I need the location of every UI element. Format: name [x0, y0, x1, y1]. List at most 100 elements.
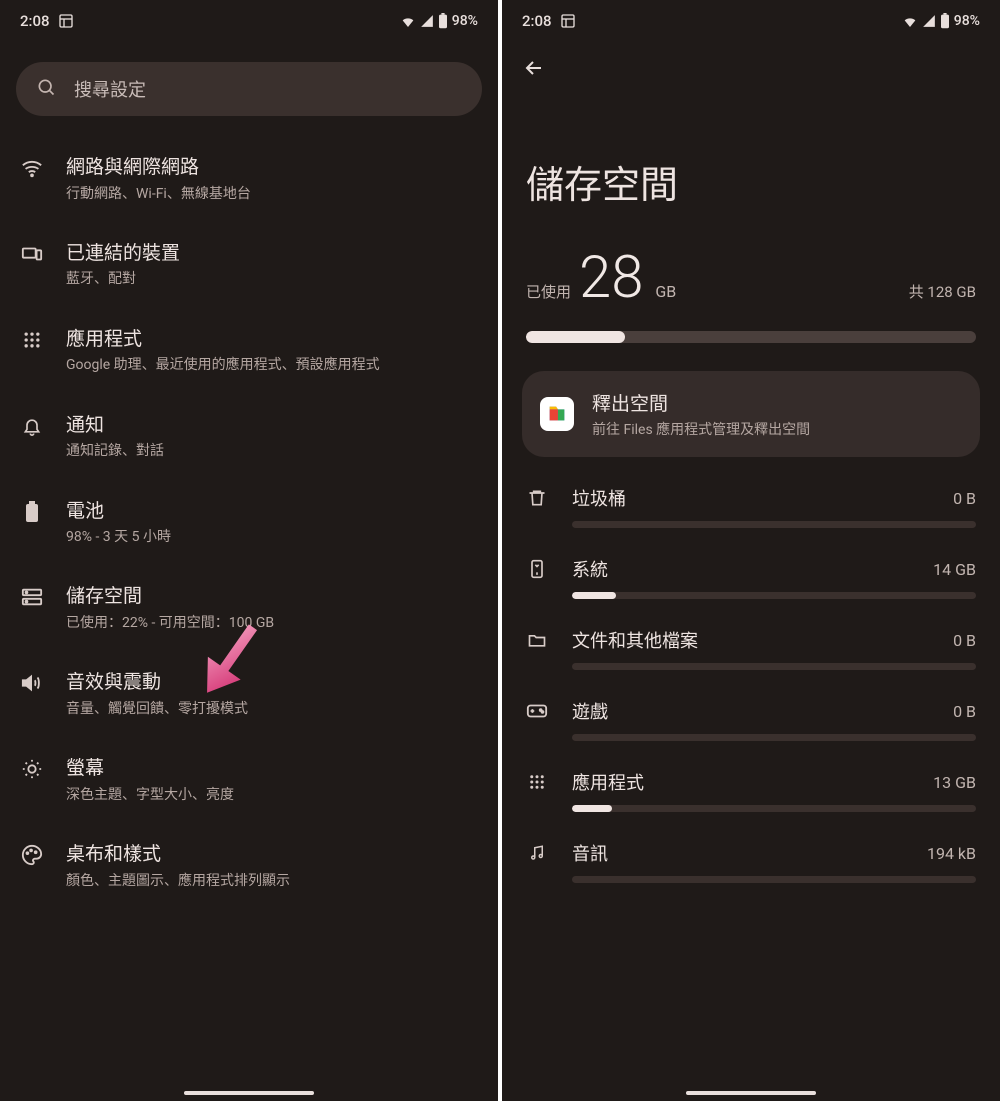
storage-header: 儲存空間 — [502, 84, 1000, 249]
category-fill — [572, 805, 612, 812]
battery-icon — [940, 13, 950, 29]
setting-title: 通知 — [66, 412, 478, 439]
brightness-icon — [20, 757, 44, 781]
setting-sub: 98% - 3 天 5 小時 — [66, 527, 478, 547]
setting-title: 電池 — [66, 498, 478, 525]
setting-sub: 音量、觸覺回饋、零打擾模式 — [66, 699, 478, 719]
category-bar — [572, 734, 976, 741]
storage-icon — [20, 585, 44, 609]
category-size: 0 B — [953, 489, 976, 508]
status-time: 2:08 — [522, 12, 552, 30]
category-bar — [572, 521, 976, 528]
category-size: 14 GB — [933, 560, 976, 579]
setting-wallpaper[interactable]: 桌布和樣式 顏色、主題圖示、應用程式排列顯示 — [0, 823, 498, 909]
status-time: 2:08 — [20, 12, 50, 30]
setting-title: 音效與震動 — [66, 669, 478, 696]
setting-sub: 通知記錄、對話 — [66, 441, 478, 461]
free-up-space-card[interactable]: 釋出空間 前往 Files 應用程式管理及釋出空間 — [522, 371, 980, 457]
category-label: 垃圾桶 — [572, 485, 929, 511]
search-settings[interactable]: 搜尋設定 — [16, 62, 482, 116]
used-value: 28 — [579, 249, 643, 307]
storage-category-item[interactable]: 文件和其他檔案 0 B — [526, 611, 976, 682]
wifi-status-icon — [400, 13, 416, 29]
category-label: 應用程式 — [572, 769, 909, 795]
bell-icon — [20, 414, 44, 438]
setting-sub: 深色主題、字型大小、亮度 — [66, 785, 478, 805]
setting-display[interactable]: 螢幕 深色主題、字型大小、亮度 — [0, 737, 498, 823]
nav-handle[interactable] — [686, 1091, 816, 1095]
category-label: 遊戲 — [572, 698, 929, 724]
setting-network[interactable]: 網路與網際網路 行動網路、Wi-Fi、無線基地台 — [0, 136, 498, 222]
headlines-icon — [58, 13, 74, 29]
setting-battery[interactable]: 電池 98% - 3 天 5 小時 — [0, 480, 498, 566]
files-app-icon — [540, 397, 574, 431]
setting-sub: 行動網路、Wi-Fi、無線基地台 — [66, 184, 478, 204]
setting-title: 網路與網際網路 — [66, 154, 478, 181]
battery-setting-icon — [20, 500, 44, 524]
setting-title: 螢幕 — [66, 755, 478, 782]
setting-sub: 已使用：22% - 可用空間：100 GB — [66, 613, 478, 633]
storage-category-item[interactable]: 音訊 194 kB — [526, 824, 976, 895]
category-fill — [572, 592, 616, 599]
storage-progress-bar — [526, 331, 976, 343]
storage-category-item[interactable]: 垃圾桶 0 B — [526, 469, 976, 540]
devices-icon — [20, 242, 44, 266]
palette-icon — [20, 843, 44, 867]
setting-title: 已連結的裝置 — [66, 240, 478, 267]
storage-progress-fill — [526, 331, 625, 343]
setting-title: 儲存空間 — [66, 583, 478, 610]
category-size: 0 B — [953, 702, 976, 721]
category-bar — [572, 663, 976, 670]
apps-icon — [526, 773, 548, 791]
system-icon — [526, 559, 548, 579]
games-icon — [526, 703, 548, 719]
search-icon — [36, 77, 56, 101]
setting-title: 桌布和樣式 — [66, 841, 478, 868]
storage-categories: 垃圾桶 0 B 系統 14 GB 文件和其他檔案 0 B 遊戲 0 B — [502, 469, 1000, 895]
storage-screen: 2:08 98% 儲存空間 已使用 28 GB 共 128 GB — [502, 0, 1000, 1101]
setting-connected-devices[interactable]: 已連結的裝置 藍牙、配對 — [0, 222, 498, 308]
category-size: 194 kB — [927, 844, 976, 863]
back-button[interactable] — [522, 65, 546, 84]
free-card-sub: 前往 Files 應用程式管理及釋出空間 — [592, 419, 810, 439]
settings-screen: 2:08 98% 搜尋設定 網路與網際網路 行動網路、Wi-Fi、無線基地台 — [0, 0, 498, 1101]
setting-sound[interactable]: 音效與震動 音量、觸覺回饋、零打擾模式 — [0, 651, 498, 737]
settings-list: 網路與網際網路 行動網路、Wi-Fi、無線基地台 已連結的裝置 藍牙、配對 應用… — [0, 128, 498, 917]
setting-sub: 顏色、主題圖示、應用程式排列顯示 — [66, 871, 478, 891]
storage-category-item[interactable]: 遊戲 0 B — [526, 682, 976, 753]
audio-icon — [526, 843, 548, 863]
signal-icon — [922, 14, 936, 28]
wifi-icon — [20, 156, 44, 180]
setting-sub: Google 助理、最近使用的應用程式、預設應用程式 — [66, 355, 478, 375]
setting-apps[interactable]: 應用程式 Google 助理、最近使用的應用程式、預設應用程式 — [0, 308, 498, 394]
status-bar: 2:08 98% — [502, 0, 1000, 38]
battery-icon — [438, 13, 448, 29]
category-label: 系統 — [572, 556, 909, 582]
wifi-status-icon — [902, 13, 918, 29]
storage-category-item[interactable]: 應用程式 13 GB — [526, 753, 976, 824]
category-size: 13 GB — [933, 773, 976, 792]
storage-category-item[interactable]: 系統 14 GB — [526, 540, 976, 611]
apps-icon — [20, 328, 44, 352]
folder-icon — [526, 630, 548, 650]
sound-icon — [20, 671, 44, 695]
free-card-title: 釋出空間 — [592, 389, 810, 416]
page-title: 儲存空間 — [526, 154, 976, 209]
battery-percent: 98% — [954, 13, 980, 29]
total-label: 共 128 GB — [909, 281, 976, 302]
setting-title: 應用程式 — [66, 326, 478, 353]
category-label: 音訊 — [572, 840, 903, 866]
trash-icon — [526, 488, 548, 508]
setting-notifications[interactable]: 通知 通知記錄、對話 — [0, 394, 498, 480]
setting-storage[interactable]: 儲存空間 已使用：22% - 可用空間：100 GB — [0, 565, 498, 651]
used-unit: GB — [655, 282, 676, 301]
category-bar — [572, 876, 976, 883]
nav-handle[interactable] — [184, 1091, 314, 1095]
headlines-icon — [560, 13, 576, 29]
category-bar — [572, 592, 976, 599]
search-placeholder: 搜尋設定 — [74, 76, 146, 102]
signal-icon — [420, 14, 434, 28]
setting-sub: 藍牙、配對 — [66, 269, 478, 289]
category-size: 0 B — [953, 631, 976, 650]
status-bar: 2:08 98% — [0, 0, 498, 38]
